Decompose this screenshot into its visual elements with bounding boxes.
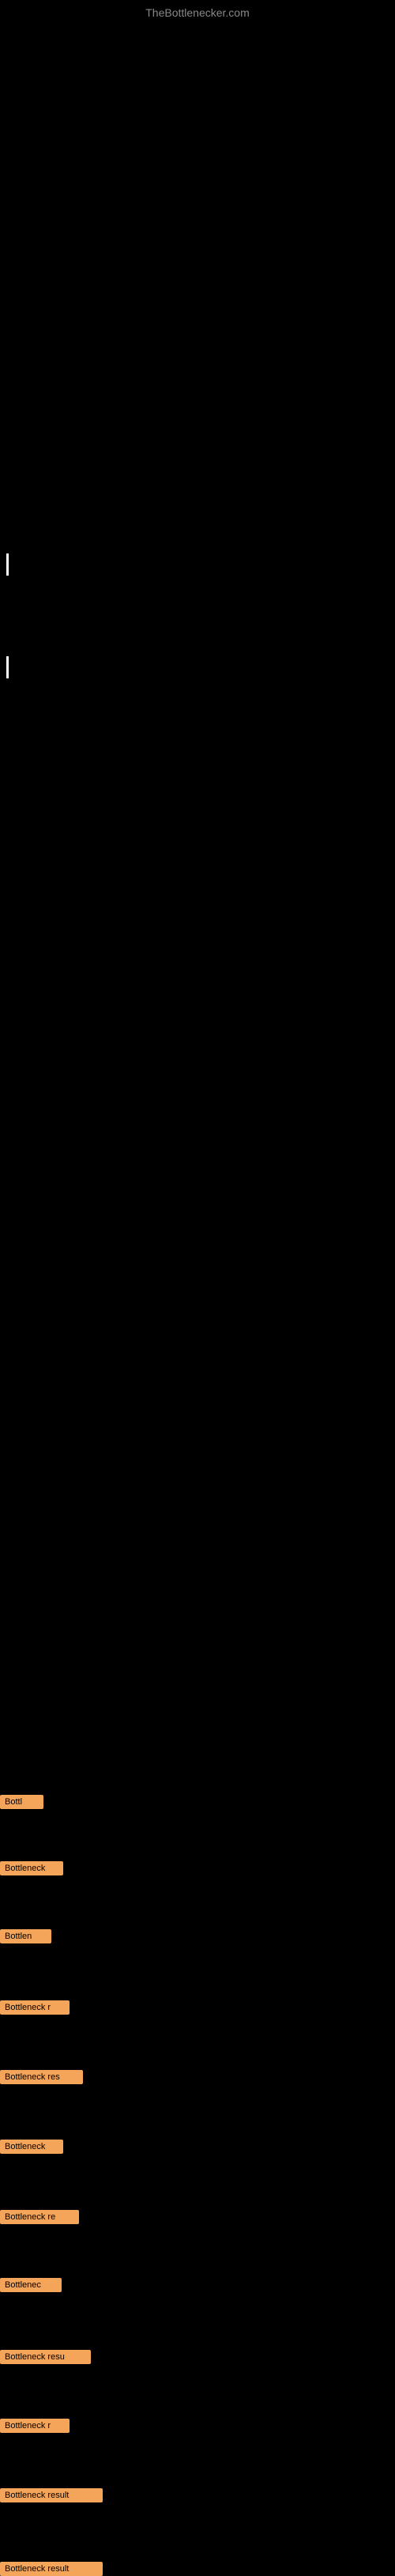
bottleneck-result-badge: Bottlen bbox=[0, 1929, 51, 1943]
bottleneck-result-badge: Bottleneck re bbox=[0, 2210, 79, 2224]
bottleneck-result-badge: Bottleneck bbox=[0, 1861, 63, 1875]
site-title: TheBottlenecker.com bbox=[145, 6, 250, 19]
bottleneck-result-badge: Bottlenec bbox=[0, 2278, 62, 2292]
bottleneck-result-badge: Bottleneck bbox=[0, 2140, 63, 2154]
bottleneck-result-badge: Bottleneck result bbox=[0, 2562, 103, 2576]
bottleneck-result-badge: Bottleneck result bbox=[0, 2488, 103, 2502]
cursor-bar-1 bbox=[6, 553, 9, 576]
bottleneck-result-badge: Bottleneck r bbox=[0, 2000, 70, 2015]
cursor-bar-2 bbox=[6, 656, 9, 678]
bottleneck-result-badge: Bottleneck r bbox=[0, 2419, 70, 2433]
bottleneck-result-badge: Bottleneck resu bbox=[0, 2350, 91, 2364]
bottleneck-result-badge: Bottl bbox=[0, 1795, 43, 1809]
bottleneck-result-badge: Bottleneck res bbox=[0, 2070, 83, 2084]
